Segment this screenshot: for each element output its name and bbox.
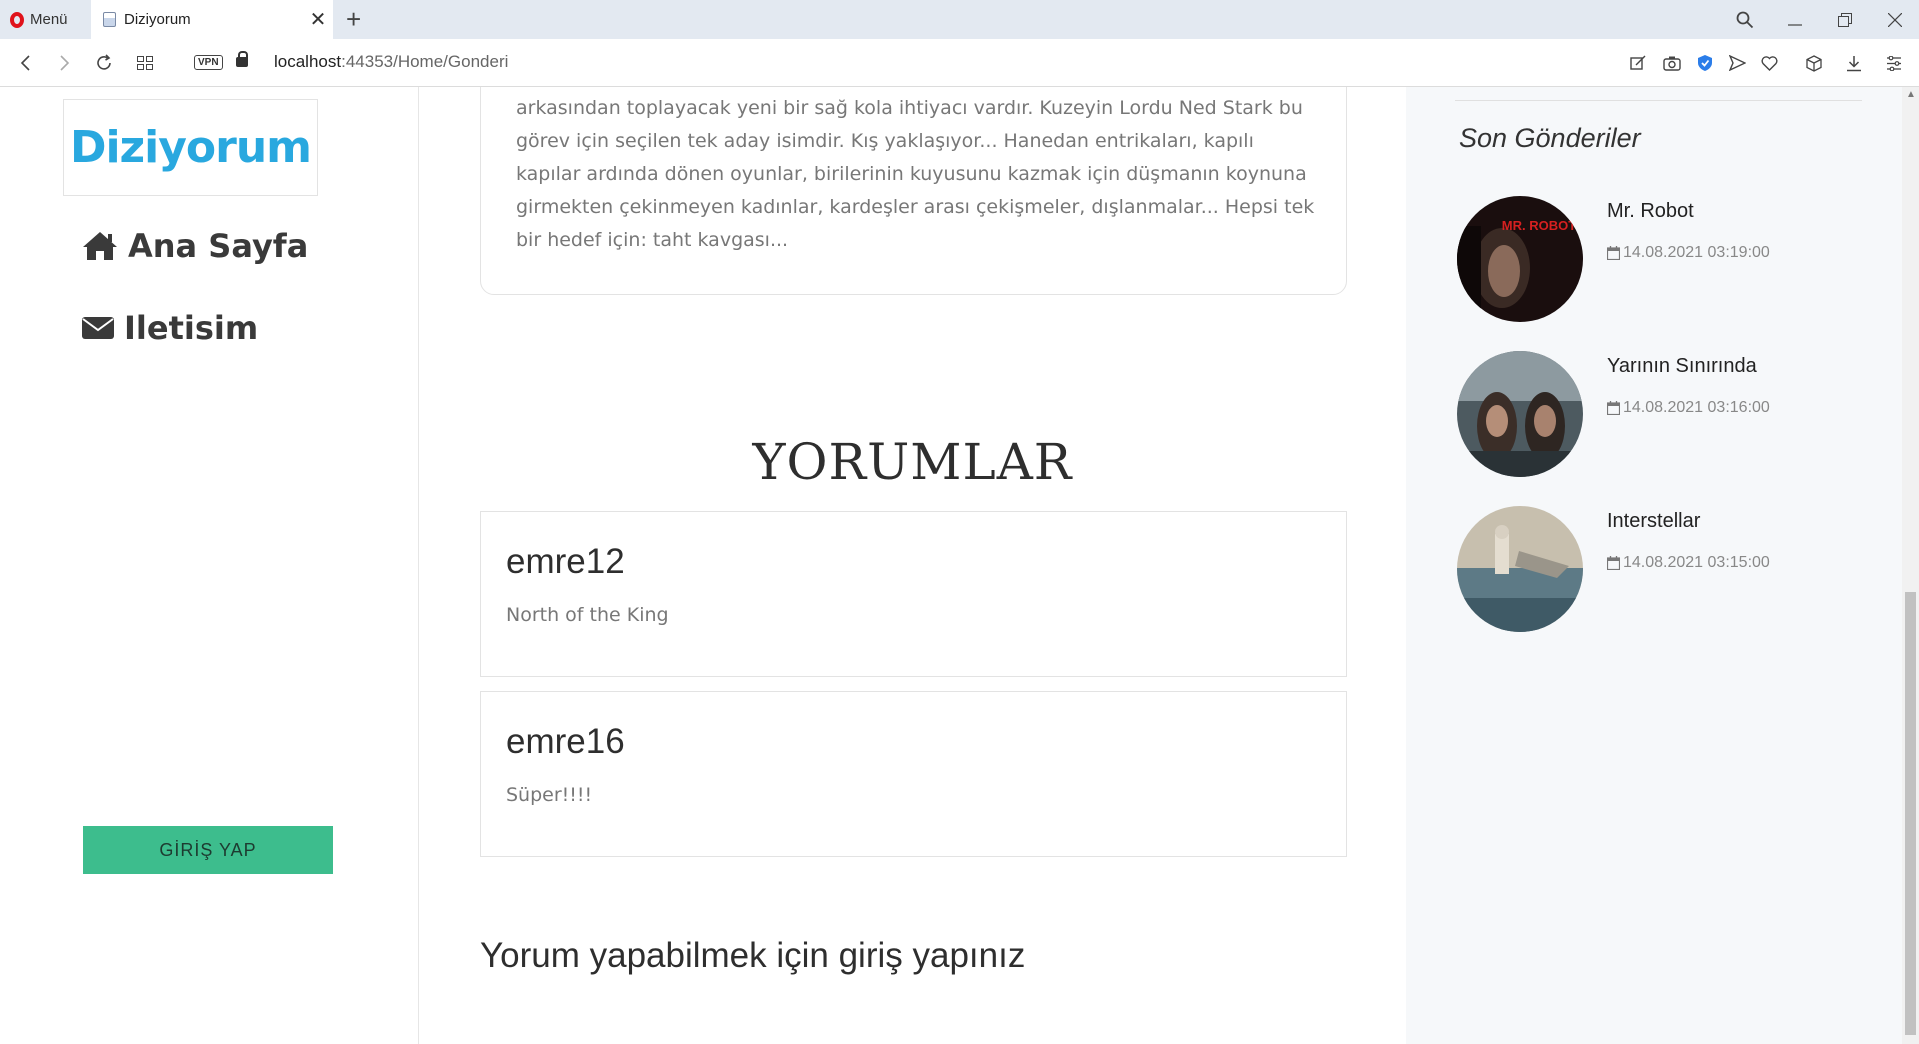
recent-post-item[interactable]: Yarının Sınırında 14.08.2021 03:16:00 bbox=[1457, 351, 1877, 477]
heart-icon[interactable] bbox=[1758, 52, 1780, 74]
send-icon[interactable] bbox=[1726, 52, 1748, 74]
comment-card: emre12 North of the King bbox=[480, 511, 1347, 677]
date-text: 14.08.2021 03:19:00 bbox=[1623, 244, 1770, 261]
tab-close-icon[interactable]: ✕ bbox=[303, 7, 333, 32]
lock-icon[interactable] bbox=[236, 51, 248, 67]
recent-post-date: 14.08.2021 03:16:00 bbox=[1607, 399, 1770, 417]
url-host: localhost bbox=[274, 52, 342, 71]
comment-text: Süper!!!! bbox=[506, 784, 593, 806]
vertical-scrollbar[interactable]: ▲ bbox=[1902, 87, 1919, 1044]
url-field[interactable]: localhost:44353/Home/Gonderi bbox=[274, 52, 508, 72]
tab-grid-icon[interactable] bbox=[131, 49, 159, 77]
comment-card: emre16 Süper!!!! bbox=[480, 691, 1347, 857]
thumbnail-text: MR. ROBOT bbox=[1502, 218, 1576, 233]
nav-item-label: Ana Sayfa bbox=[128, 227, 309, 265]
logo-text: Diziyorum bbox=[69, 122, 312, 173]
site-logo[interactable]: Diziyorum bbox=[63, 99, 318, 196]
opera-menu-button[interactable]: Menü bbox=[0, 0, 91, 39]
nav-item-home[interactable]: Ana Sayfa bbox=[82, 227, 308, 265]
forward-icon[interactable] bbox=[50, 49, 78, 77]
comment-user: emre12 bbox=[506, 542, 625, 581]
address-bar: VPN localhost:44353/Home/Gonderi bbox=[0, 39, 1919, 87]
restore-icon[interactable] bbox=[1820, 0, 1870, 39]
recent-post-item[interactable]: MR. ROBOT Mr. Robot 14.08.2021 03:19:00 bbox=[1457, 196, 1877, 322]
recent-post-title[interactable]: Interstellar bbox=[1607, 510, 1700, 533]
recent-post-date: 14.08.2021 03:19:00 bbox=[1607, 244, 1770, 262]
back-icon[interactable] bbox=[12, 49, 40, 77]
calendar-icon bbox=[1607, 556, 1620, 570]
calendar-icon bbox=[1607, 246, 1620, 260]
date-text: 14.08.2021 03:16:00 bbox=[1623, 399, 1770, 416]
right-sidebar: Son Gönderiler MR. ROBOT Mr. Robot 14.08… bbox=[1406, 87, 1902, 1044]
download-icon[interactable] bbox=[1843, 52, 1865, 74]
tab-title: Diziyorum bbox=[124, 11, 191, 28]
menu-label: Menü bbox=[30, 11, 68, 28]
camera-icon[interactable] bbox=[1661, 52, 1683, 74]
recent-post-title[interactable]: Mr. Robot bbox=[1607, 200, 1694, 223]
home-icon bbox=[83, 232, 117, 260]
post-card: arkasından toplayacak yeni bir sağ kola … bbox=[480, 87, 1347, 295]
main-content: arkasından toplayacak yeni bir sağ kola … bbox=[419, 87, 1406, 1044]
opera-logo-icon bbox=[10, 11, 24, 28]
scrollbar-thumb[interactable] bbox=[1905, 592, 1916, 1035]
recent-posts-title: Son Gönderiler bbox=[1459, 123, 1641, 153]
nav-item-contact[interactable]: Iletisim bbox=[82, 309, 258, 347]
date-text: 14.08.2021 03:15:00 bbox=[1623, 554, 1770, 571]
login-button[interactable]: GİRİŞ YAP bbox=[83, 826, 333, 874]
search-tabs-icon[interactable] bbox=[1720, 0, 1770, 39]
recent-post-title[interactable]: Yarının Sınırında bbox=[1607, 355, 1757, 378]
login-required-note: Yorum yapabilmek için giriş yapınız bbox=[480, 936, 1026, 975]
post-thumbnail[interactable] bbox=[1457, 351, 1583, 477]
envelope-icon bbox=[82, 317, 114, 339]
post-excerpt: arkasından toplayacak yeni bir sağ kola … bbox=[516, 97, 1315, 251]
extensions-cube-icon[interactable] bbox=[1803, 52, 1825, 74]
nav-item-label: Iletisim bbox=[124, 309, 259, 347]
close-window-icon[interactable] bbox=[1870, 0, 1919, 39]
recent-post-date: 14.08.2021 03:15:00 bbox=[1607, 554, 1770, 572]
comment-user: emre16 bbox=[506, 722, 625, 761]
reload-icon[interactable] bbox=[90, 49, 118, 77]
calendar-icon bbox=[1607, 401, 1620, 415]
url-path: :44353/Home/Gonderi bbox=[341, 52, 509, 71]
new-tab-icon[interactable]: + bbox=[346, 4, 361, 35]
vpn-badge[interactable]: VPN bbox=[194, 55, 223, 70]
comments-title: YORUMLAR bbox=[752, 433, 1073, 491]
page-viewport: Diziyorum Ana Sayfa Iletisim GİRİŞ YAP a… bbox=[0, 87, 1919, 1044]
snap-edit-icon[interactable] bbox=[1627, 52, 1649, 74]
scroll-up-arrow-icon[interactable]: ▲ bbox=[1906, 89, 1916, 100]
recent-post-item[interactable]: Interstellar 14.08.2021 03:15:00 bbox=[1457, 506, 1877, 632]
minimize-icon[interactable] bbox=[1770, 0, 1820, 39]
post-thumbnail[interactable] bbox=[1457, 506, 1583, 632]
divider bbox=[1455, 100, 1862, 101]
left-sidebar: Diziyorum Ana Sayfa Iletisim GİRİŞ YAP bbox=[0, 87, 419, 1044]
browser-tab[interactable]: Diziyorum ✕ bbox=[91, 0, 333, 39]
comment-text: North of the King bbox=[506, 604, 669, 626]
browser-tab-bar: Menü Diziyorum ✕ + bbox=[0, 0, 1919, 39]
easy-setup-icon[interactable] bbox=[1883, 52, 1905, 74]
post-thumbnail[interactable]: MR. ROBOT bbox=[1457, 196, 1583, 322]
page-favicon-icon bbox=[103, 12, 116, 27]
shield-icon[interactable] bbox=[1694, 52, 1716, 74]
